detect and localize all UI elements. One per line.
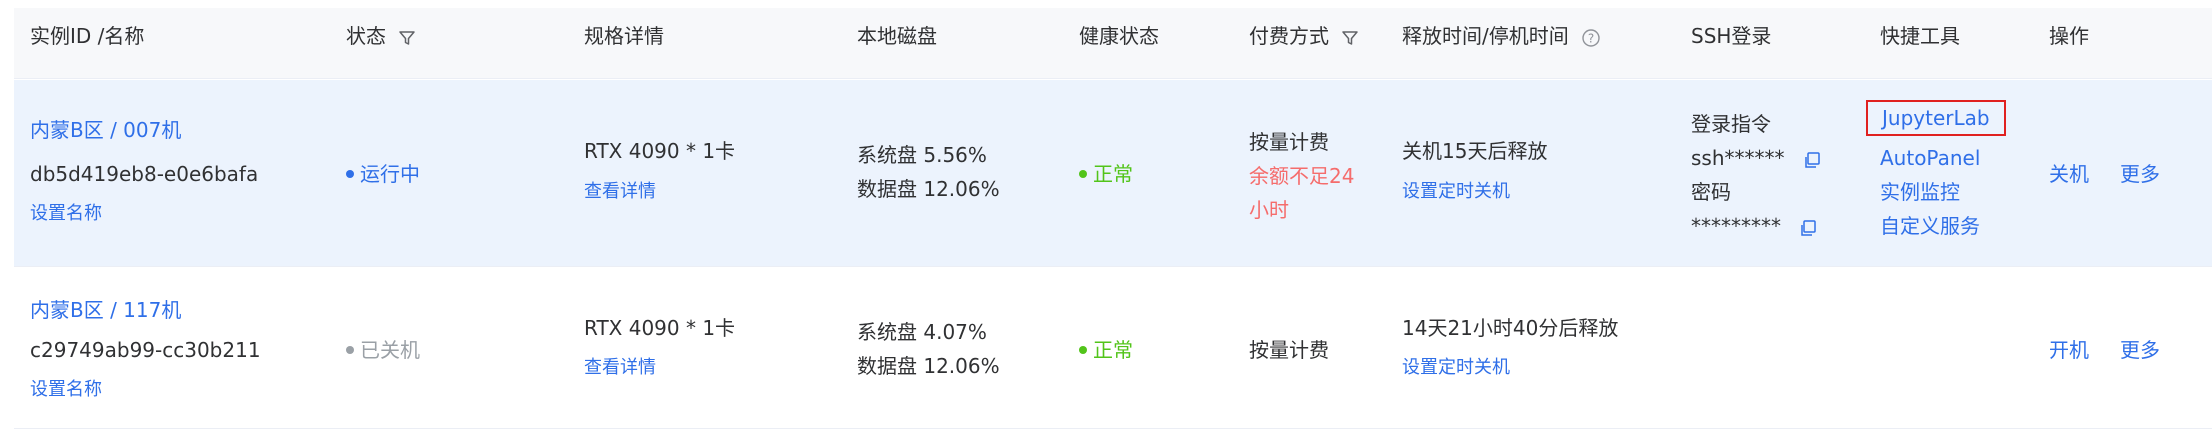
status-dot [346, 345, 354, 354]
status-text: 运行中 [360, 162, 420, 186]
col-header-ssh: SSH登录 [1691, 24, 1772, 48]
ssh-password: ********* [1691, 212, 1817, 240]
billing-method: 按量计费 [1249, 338, 1329, 362]
set-name-link[interactable]: 设置名称 [30, 200, 102, 228]
jupyterlab-label: JupyterLab [1866, 100, 2006, 136]
col-header-health: 健康状态 [1079, 24, 1159, 48]
jupyterlab-link[interactable]: JupyterLab [1866, 100, 2006, 136]
health-dot [1079, 169, 1087, 178]
instance-id: db5d419eb8-e0e6bafa [30, 162, 259, 186]
status-badge: 已关机 [346, 336, 420, 364]
set-shutdown-link[interactable]: 设置定时关机 [1402, 354, 1510, 382]
col-header-status-label: 状态 [346, 24, 386, 48]
set-name-link[interactable]: 设置名称 [30, 376, 102, 404]
custom-service-link[interactable]: 自定义服务 [1880, 212, 1980, 240]
release-time: 14天21小时40分后释放 [1402, 316, 1619, 340]
billing-method: 按量计费 [1249, 130, 1329, 154]
instance-monitor-link[interactable]: 实例监控 [1880, 178, 1960, 206]
copy-icon[interactable] [1803, 146, 1821, 170]
status-dot [346, 169, 354, 178]
health-text: 正常 [1093, 338, 1133, 362]
spec-text: RTX 4090 * 1卡 [584, 316, 736, 340]
col-header-release-label: 释放时间/停机时间 [1402, 24, 1569, 48]
status-text: 已关机 [360, 338, 420, 362]
filter-icon[interactable] [1341, 24, 1359, 48]
table-row: 内蒙B区 / 007机 db5d419eb8-e0e6bafa 设置名称 运行中… [14, 80, 2212, 267]
instance-name-link[interactable]: 内蒙B区 / 117机 [30, 296, 181, 324]
instance-name-link[interactable]: 内蒙B区 / 007机 [30, 116, 181, 144]
data-disk-usage: 数据盘 12.06% [857, 354, 1000, 378]
health-badge: 正常 [1079, 160, 1133, 188]
col-header-status: 状态 [346, 22, 416, 50]
svg-text:?: ? [1588, 31, 1594, 45]
copy-icon[interactable] [1799, 214, 1817, 238]
ssh-command-value: ssh****** [1691, 146, 1785, 170]
balance-warning-unit: 小时 [1249, 198, 1289, 222]
start-button[interactable]: 开机 [2049, 336, 2089, 364]
col-header-release: 释放时间/停机时间 ? [1402, 22, 1601, 50]
set-shutdown-link[interactable]: 设置定时关机 [1402, 178, 1510, 206]
ssh-command-label: 登录指令 [1691, 112, 1771, 136]
release-time: 关机15天后释放 [1402, 139, 1548, 163]
health-text: 正常 [1093, 162, 1133, 186]
col-header-billing: 付费方式 [1249, 22, 1359, 50]
ssh-command: ssh****** [1691, 144, 1821, 172]
table-header: 实例ID /名称 状态 规格详情 本地磁盘 健康状态 付费方式 释放时间/停机时… [14, 8, 2212, 79]
filter-icon[interactable] [398, 24, 416, 48]
system-disk-usage: 系统盘 5.56% [857, 143, 987, 167]
spec-text: RTX 4090 * 1卡 [584, 139, 736, 163]
ssh-password-value: ********* [1691, 214, 1781, 238]
more-button[interactable]: 更多 [2120, 160, 2160, 188]
ssh-password-label: 密码 [1691, 180, 1731, 204]
col-header-ops: 操作 [2049, 24, 2089, 48]
instance-id: c29749ab99-cc30b211 [30, 338, 261, 362]
col-header-spec: 规格详情 [584, 24, 664, 48]
question-circle-icon[interactable]: ? [1581, 24, 1601, 48]
spec-detail-link[interactable]: 查看详情 [584, 354, 656, 382]
table-row: 内蒙B区 / 117机 c29749ab99-cc30b211 设置名称 已关机… [14, 268, 2212, 429]
col-header-disk: 本地磁盘 [857, 24, 937, 48]
more-button[interactable]: 更多 [2120, 336, 2160, 364]
health-dot [1079, 345, 1087, 354]
status-badge: 运行中 [346, 160, 420, 188]
col-header-tools: 快捷工具 [1880, 24, 1960, 48]
data-disk-usage: 数据盘 12.06% [857, 177, 1000, 201]
system-disk-usage: 系统盘 4.07% [857, 320, 987, 344]
balance-warning: 余额不足24 [1249, 164, 1355, 188]
col-header-billing-label: 付费方式 [1249, 24, 1329, 48]
health-badge: 正常 [1079, 336, 1133, 364]
shutdown-button[interactable]: 关机 [2049, 160, 2089, 188]
autopanel-link[interactable]: AutoPanel [1880, 144, 1980, 172]
spec-detail-link[interactable]: 查看详情 [584, 178, 656, 206]
col-header-instance: 实例ID /名称 [30, 24, 145, 48]
